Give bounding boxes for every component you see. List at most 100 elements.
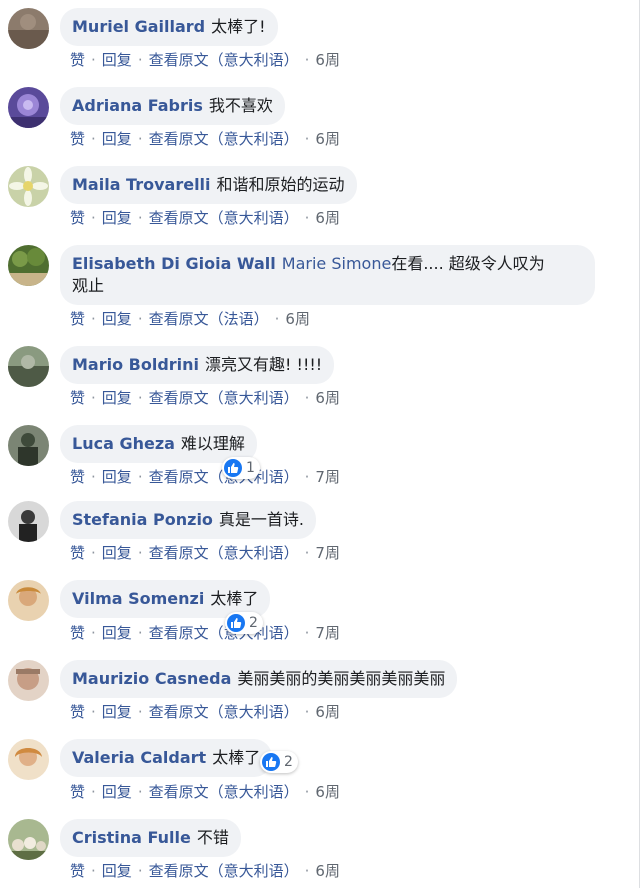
like-button[interactable]: 赞 [70, 860, 85, 881]
see-original-button[interactable]: 查看原文 [149, 860, 209, 881]
timestamp[interactable]: 6周 [285, 308, 310, 329]
avatar[interactable] [8, 739, 49, 780]
avatar[interactable] [8, 166, 49, 207]
reaction-count[interactable]: 2 [225, 612, 263, 634]
like-button[interactable]: 赞 [70, 466, 85, 487]
timestamp[interactable]: 7周 [315, 622, 340, 643]
language-label[interactable]: （意大利语） [209, 542, 299, 563]
comment-author[interactable]: Mario Boldrini [72, 355, 199, 374]
comment-text: 太棒了 [210, 589, 259, 608]
see-original-button[interactable]: 查看原文 [149, 49, 209, 70]
reply-button[interactable]: 回复 [102, 542, 132, 563]
language-label[interactable]: （法语） [209, 308, 269, 329]
reply-button[interactable]: 回复 [102, 207, 132, 228]
comment-author[interactable]: Maurizio Casneda [72, 669, 231, 688]
language-label[interactable]: （意大利语） [209, 49, 299, 70]
comment-bubble: Muriel Gaillard 太棒了! [60, 8, 278, 46]
reply-button[interactable]: 回复 [102, 781, 132, 802]
separator: · [91, 862, 96, 880]
separator: · [137, 783, 143, 801]
comment-author[interactable]: Luca Gheza [72, 434, 175, 453]
timestamp[interactable]: 6周 [315, 128, 340, 149]
comment-actions: 赞 · 回复 · 查看原文（意大利语） · 6周 [70, 128, 340, 149]
see-original-button[interactable]: 查看原文 [149, 387, 209, 408]
like-button[interactable]: 赞 [70, 207, 85, 228]
language-label[interactable]: （意大利语） [209, 128, 299, 149]
language-label[interactable]: （意大利语） [209, 387, 299, 408]
like-button[interactable]: 赞 [70, 387, 85, 408]
see-original-button[interactable]: 查看原文 [149, 781, 209, 802]
timestamp[interactable]: 6周 [315, 701, 340, 722]
separator: · [91, 389, 96, 407]
reply-button[interactable]: 回复 [102, 622, 132, 643]
reply-button[interactable]: 回复 [102, 308, 132, 329]
comment-bubble: Valeria Caldart 太棒了 [60, 739, 273, 777]
reaction-count[interactable]: 1 [222, 457, 260, 479]
separator: · [304, 783, 310, 801]
timestamp[interactable]: 6周 [315, 207, 340, 228]
comment-author[interactable]: Cristina Fulle [72, 828, 191, 847]
see-original-button[interactable]: 查看原文 [149, 622, 209, 643]
language-label[interactable]: （意大利语） [209, 860, 299, 881]
separator: · [91, 624, 96, 642]
see-original-button[interactable]: 查看原文 [149, 308, 209, 329]
avatar[interactable] [8, 501, 49, 542]
language-label[interactable]: （意大利语） [209, 701, 299, 722]
avatar[interactable] [8, 580, 49, 621]
see-original-button[interactable]: 查看原文 [149, 466, 209, 487]
comment-actions: 赞·回复·查看原文（意大利语）·7周 [70, 466, 340, 487]
comment-author[interactable]: Vilma Somenzi [72, 589, 204, 608]
avatar[interactable] [8, 8, 49, 49]
like-button[interactable]: 赞 [70, 49, 85, 70]
separator: · [304, 862, 310, 880]
reply-button[interactable]: 回复 [102, 860, 132, 881]
language-label[interactable]: （意大利语） [209, 207, 299, 228]
avatar[interactable] [8, 346, 49, 387]
see-original-button[interactable]: 查看原文 [149, 207, 209, 228]
timestamp[interactable]: 6周 [315, 387, 340, 408]
like-button[interactable]: 赞 [70, 622, 85, 643]
comment-actions: 赞 · 回复 · 查看原文（意大利语） · 6周 [70, 387, 340, 408]
comment-author[interactable]: Valeria Caldart [72, 748, 206, 767]
avatar[interactable] [8, 660, 49, 701]
comment-author[interactable]: Elisabeth Di Gioia Wall [72, 254, 276, 273]
reply-button[interactable]: 回复 [102, 49, 132, 70]
comment-text: 美丽美丽的美丽美丽美丽美丽 [237, 669, 446, 688]
like-button[interactable]: 赞 [70, 542, 85, 563]
like-button[interactable]: 赞 [70, 128, 85, 149]
reply-button[interactable]: 回复 [102, 387, 132, 408]
like-button[interactable]: 赞 [70, 308, 85, 329]
like-button[interactable]: 赞 [70, 781, 85, 802]
timestamp[interactable]: 7周 [315, 542, 340, 563]
language-label[interactable]: （意大利语） [209, 781, 299, 802]
separator: · [137, 130, 143, 148]
timestamp[interactable]: 7周 [315, 466, 340, 487]
comment-actions: 赞·回复·查看原文（意大利语）·7周 [70, 542, 340, 563]
reply-button[interactable]: 回复 [102, 466, 132, 487]
avatar[interactable] [8, 819, 49, 860]
mention-link[interactable]: Marie Simone [282, 254, 392, 273]
reaction-count[interactable]: 2 [260, 751, 298, 773]
avatar[interactable] [8, 425, 49, 466]
comment-text: 太棒了 [212, 748, 261, 767]
reply-button[interactable]: 回复 [102, 128, 132, 149]
like-button[interactable]: 赞 [70, 701, 85, 722]
comment-actions: 赞 · 回复 · 查看原文（意大利语） · 6周 [70, 49, 340, 70]
comment-author[interactable]: Muriel Gaillard [72, 17, 205, 36]
see-original-button[interactable]: 查看原文 [149, 701, 209, 722]
separator: · [304, 544, 310, 562]
comment-actions: 赞 · 回复 · 查看原文（法语） · 6周 [70, 308, 310, 329]
comment-author[interactable]: Stefania Ponzio [72, 510, 213, 529]
comment-author[interactable]: Maila Trovarelli [72, 175, 211, 194]
reply-button[interactable]: 回复 [102, 701, 132, 722]
separator: · [91, 783, 96, 801]
comment-text: 太棒了! [211, 17, 266, 36]
avatar[interactable] [8, 87, 49, 128]
timestamp[interactable]: 6周 [315, 860, 340, 881]
see-original-button[interactable]: 查看原文 [149, 542, 209, 563]
timestamp[interactable]: 6周 [315, 781, 340, 802]
avatar[interactable] [8, 245, 49, 286]
comment-author[interactable]: Adriana Fabris [72, 96, 203, 115]
see-original-button[interactable]: 查看原文 [149, 128, 209, 149]
timestamp[interactable]: 6周 [315, 49, 340, 70]
